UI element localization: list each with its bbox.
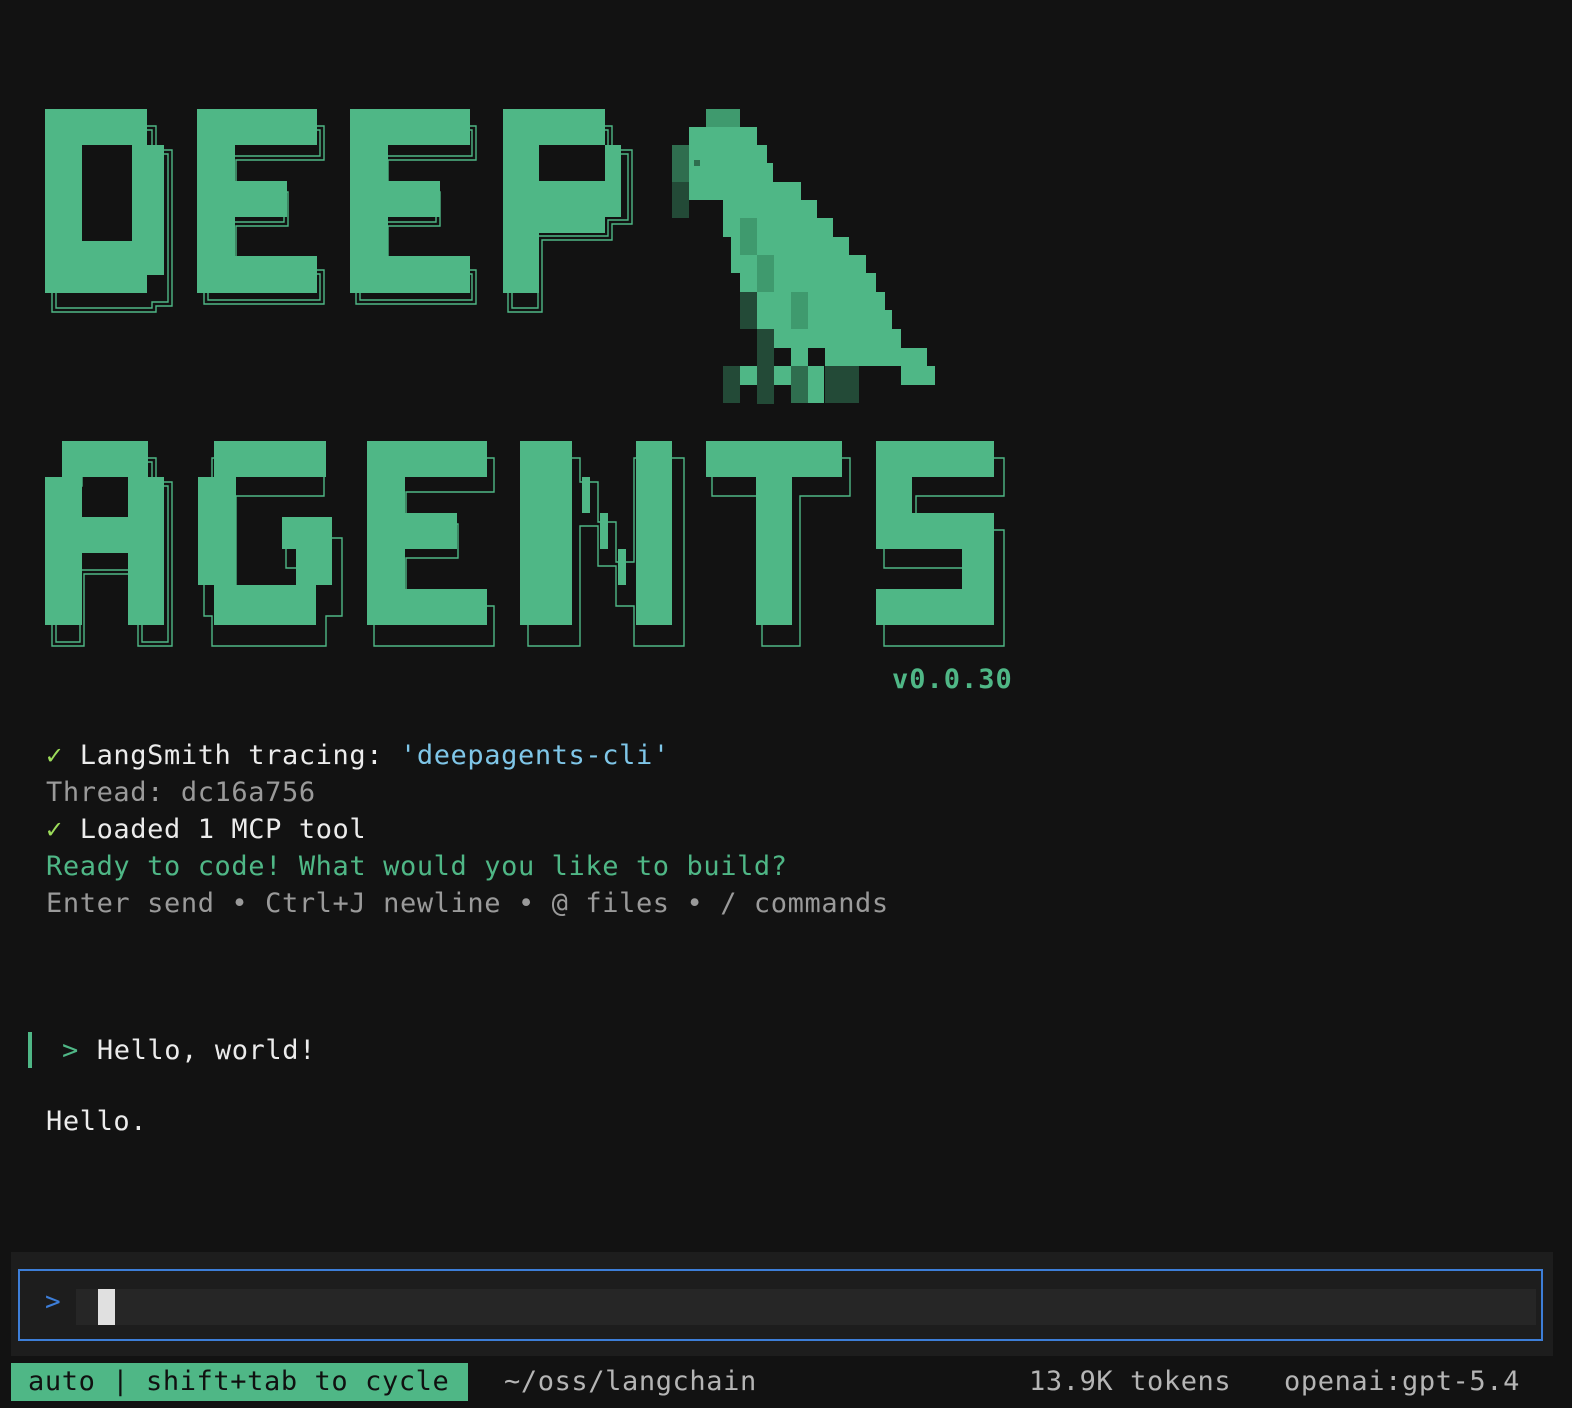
user-message-text: Hello, world! — [96, 1034, 316, 1066]
tracing-label: LangSmith tracing: — [79, 740, 400, 771]
deep-agents-logo — [45, 109, 1005, 647]
input-panel: > — [11, 1252, 1553, 1356]
keyboard-hints: Enter send • Ctrl+J newline • @ files • … — [46, 888, 889, 919]
version-label: v0.0.30 — [892, 664, 1013, 695]
user-message: > Hello, world! — [28, 1032, 316, 1068]
mcp-line: ✓ Loaded 1 MCP tool — [46, 811, 889, 848]
status-bar: auto | shift+tab to cycle ~/oss/langchai… — [11, 1363, 1572, 1401]
user-message-bar — [28, 1032, 32, 1068]
input-prompt-icon: > — [45, 1287, 61, 1317]
tracing-project: 'deepagents-cli' — [399, 740, 670, 771]
mcp-loaded-label: Loaded 1 MCP tool — [79, 814, 367, 845]
token-count: 13.9K tokens — [1029, 1366, 1232, 1397]
check-icon: ✓ — [46, 814, 63, 845]
ready-message: Ready to code! What would you like to bu… — [46, 851, 788, 882]
text-cursor — [98, 1289, 115, 1325]
model-name: openai:gpt-5.4 — [1284, 1366, 1520, 1397]
chat-input[interactable]: > — [18, 1269, 1543, 1341]
mode-badge[interactable]: auto | shift+tab to cycle — [11, 1363, 468, 1401]
tracing-line: ✓ LangSmith tracing: 'deepagents-cli' — [46, 737, 889, 774]
thread-line: Thread: dc16a756 — [46, 777, 316, 808]
check-icon: ✓ — [46, 740, 63, 771]
chat-input-field[interactable] — [76, 1289, 1536, 1325]
user-prompt-icon: > — [62, 1034, 79, 1066]
working-directory: ~/oss/langchain — [504, 1366, 757, 1397]
assistant-reply: Hello. — [46, 1106, 148, 1137]
startup-messages: ✓ LangSmith tracing: 'deepagents-cli' Th… — [46, 737, 889, 922]
